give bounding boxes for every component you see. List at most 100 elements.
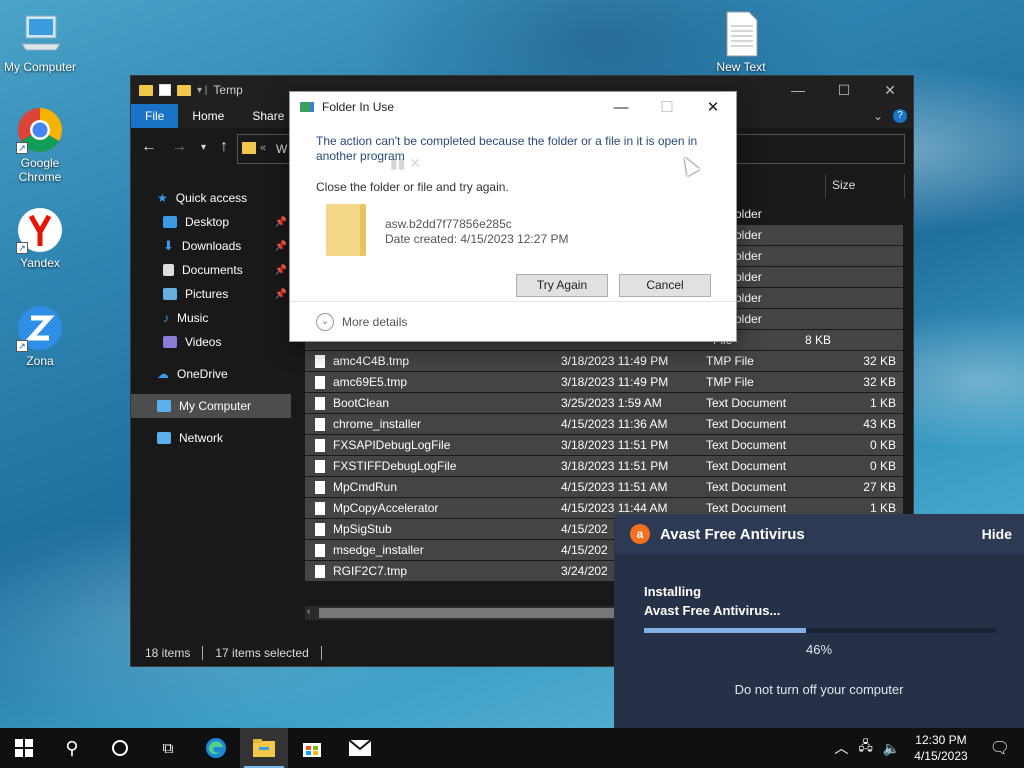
clock[interactable]: 12:30 PM 4/15/2023 bbox=[906, 732, 975, 764]
cortana-button[interactable] bbox=[96, 728, 144, 768]
nav-downloads[interactable]: ⬇ Downloads 📌 bbox=[131, 234, 291, 258]
install-status: Installing Avast Free Antivirus... bbox=[644, 584, 781, 618]
nav-my-computer[interactable]: My Computer bbox=[131, 394, 291, 418]
dialog-maximize-button: ☐ bbox=[660, 99, 674, 116]
table-row[interactable]: amc69E5.tmp 3/18/2023 11:49 PM TMP File 32 … bbox=[305, 372, 903, 393]
item-count: 18 items bbox=[145, 646, 191, 660]
table-row[interactable]: FXSAPIDebugLogFile 3/18/2023 11:51 PM Text… bbox=[305, 435, 903, 456]
progress-fill bbox=[644, 628, 806, 633]
selected-count: 17 items selected bbox=[215, 646, 309, 660]
shortcut-arrow-icon: ↗ bbox=[16, 340, 28, 352]
file-icon bbox=[315, 417, 325, 431]
chevron-up-icon[interactable]: ︿ bbox=[828, 738, 854, 758]
avast-logo-icon: a bbox=[630, 524, 650, 544]
up-arrow-icon[interactable]: ↑ bbox=[220, 138, 228, 156]
install-warning: Do not turn off your computer bbox=[734, 682, 904, 697]
more-details-toggle[interactable]: ⌄ More details bbox=[290, 301, 736, 341]
desktop-icon bbox=[163, 216, 177, 228]
taskbar-file-explorer[interactable] bbox=[240, 728, 288, 768]
nav-videos[interactable]: Videos bbox=[131, 330, 291, 354]
dialog-title: Folder In Use bbox=[322, 100, 395, 114]
desktop-icon-zona[interactable]: ↗ Zona bbox=[0, 304, 80, 368]
zona-icon: ↗ bbox=[16, 304, 64, 352]
folder-icon bbox=[139, 84, 153, 96]
folder-icon bbox=[326, 204, 366, 256]
minimize-button[interactable]: — bbox=[775, 76, 821, 104]
quick-access-dropdown-icon[interactable]: ▾ | bbox=[197, 85, 207, 96]
desktop-icon-new-text[interactable]: New Text bbox=[701, 10, 781, 74]
table-row[interactable]: chrome_installer 4/15/2023 11:36 AM Text D… bbox=[305, 414, 903, 435]
ribbon-expand-icon[interactable]: ⌄ bbox=[873, 109, 883, 123]
close-button[interactable]: ✕ bbox=[867, 76, 913, 104]
file-icon bbox=[315, 522, 325, 536]
download-icon: ⬇ bbox=[163, 238, 174, 253]
locked-file-info: asw.b2dd7f77856e285c Date created: 4/15/… bbox=[385, 217, 568, 247]
yandex-icon: ↗ bbox=[16, 206, 64, 254]
recent-locations-icon[interactable]: ▾ bbox=[201, 142, 206, 153]
table-row[interactable]: MpCmdRun 4/15/2023 11:51 AM Text Document 2… bbox=[305, 477, 903, 498]
breadcrumb[interactable]: W bbox=[276, 142, 287, 156]
desktop-icon-google-chrome[interactable]: ↗ Google Chrome bbox=[0, 106, 80, 184]
task-view-button[interactable]: ⧉ bbox=[144, 728, 192, 768]
help-icon[interactable]: ? bbox=[893, 109, 907, 123]
taskbar-edge[interactable] bbox=[192, 728, 240, 768]
nav-music[interactable]: ♪ Music bbox=[131, 306, 291, 330]
pin-icon: 📌 bbox=[274, 240, 287, 252]
column-header-size[interactable]: Size bbox=[825, 174, 905, 198]
file-icon bbox=[315, 438, 325, 452]
desktop-icon-yandex[interactable]: ↗ Yandex bbox=[0, 206, 80, 270]
avast-installer-popup: a Avast Free Antivirus Hide Installing A… bbox=[614, 514, 1024, 728]
chrome-icon: ↗ bbox=[16, 106, 64, 154]
table-row[interactable]: BootClean 3/25/2023 1:59 AM Text Document 1… bbox=[305, 393, 903, 414]
nav-onedrive[interactable]: ☁ OneDrive bbox=[131, 362, 291, 386]
new-folder-icon[interactable] bbox=[177, 84, 191, 96]
search-button[interactable]: ⚲ bbox=[48, 728, 96, 768]
shortcut-arrow-icon: ↗ bbox=[16, 142, 28, 154]
desktop-icon-my-computer[interactable]: My Computer bbox=[0, 10, 80, 74]
notification-icon[interactable]: 🗨 bbox=[976, 738, 1024, 758]
desktop-icon-label: Yandex bbox=[20, 256, 60, 270]
avast-body: Installing Avast Free Antivirus... 46% D… bbox=[614, 554, 1024, 728]
tab-file[interactable]: File bbox=[131, 104, 179, 128]
star-icon: ★ bbox=[157, 191, 168, 205]
edge-icon bbox=[206, 738, 226, 758]
file-icon bbox=[315, 375, 325, 389]
music-icon: ♪ bbox=[163, 311, 169, 325]
scroll-left-icon[interactable]: ‹ bbox=[307, 606, 310, 617]
computer-icon bbox=[157, 400, 171, 412]
mail-icon bbox=[349, 740, 371, 756]
dialog-minimize-button[interactable]: — bbox=[598, 96, 644, 118]
nav-pictures[interactable]: Pictures 📌 bbox=[131, 282, 291, 306]
nav-quick-access[interactable]: ★ Quick access bbox=[131, 186, 291, 210]
table-row[interactable]: FXSTIFFDebugLogFile 3/18/2023 11:51 PM Tex… bbox=[305, 456, 903, 477]
start-button[interactable] bbox=[0, 728, 48, 768]
hide-button[interactable]: Hide bbox=[982, 526, 1012, 542]
clock-time: 12:30 PM bbox=[915, 733, 967, 747]
table-row[interactable]: amc4C4B.tmp 3/18/2023 11:49 PM TMP File 32 … bbox=[305, 351, 903, 372]
network-icon[interactable]: 🖧 bbox=[854, 737, 877, 759]
navigation-pane: ★ Quick access Desktop 📌 ⬇ Downloads 📌 D… bbox=[131, 186, 291, 640]
nav-network[interactable]: Network bbox=[131, 426, 291, 450]
task-view-icon: ⧉ bbox=[162, 739, 174, 757]
properties-icon[interactable] bbox=[159, 84, 171, 96]
window-title: Temp bbox=[213, 83, 243, 97]
maximize-button[interactable]: ☐ bbox=[821, 76, 867, 104]
taskbar-mail[interactable] bbox=[336, 728, 384, 768]
try-again-button[interactable]: Try Again bbox=[516, 274, 608, 297]
nav-documents[interactable]: Documents 📌 bbox=[131, 258, 291, 282]
back-arrow-icon[interactable]: ← bbox=[141, 138, 157, 156]
nav-desktop[interactable]: Desktop 📌 bbox=[131, 210, 291, 234]
file-name: asw.b2dd7f77856e285c bbox=[385, 217, 512, 231]
tab-home[interactable]: Home bbox=[178, 104, 238, 128]
folder-in-use-dialog: Folder In Use — ☐ ✕ ▮▮ ✕ The action can'… bbox=[289, 91, 737, 342]
search-icon: ⚲ bbox=[65, 737, 79, 758]
pin-icon: 📌 bbox=[274, 288, 287, 300]
videos-icon bbox=[163, 336, 177, 348]
desktop-icon-label: Zona bbox=[26, 354, 54, 368]
dialog-close-button[interactable]: ✕ bbox=[690, 96, 736, 118]
cancel-button[interactable]: Cancel bbox=[619, 274, 711, 297]
volume-icon[interactable]: 🔈 bbox=[877, 740, 906, 757]
breadcrumb-overflow-icon[interactable]: « bbox=[260, 142, 266, 154]
forward-arrow-icon[interactable]: → bbox=[171, 138, 187, 156]
taskbar-store[interactable] bbox=[288, 728, 336, 768]
